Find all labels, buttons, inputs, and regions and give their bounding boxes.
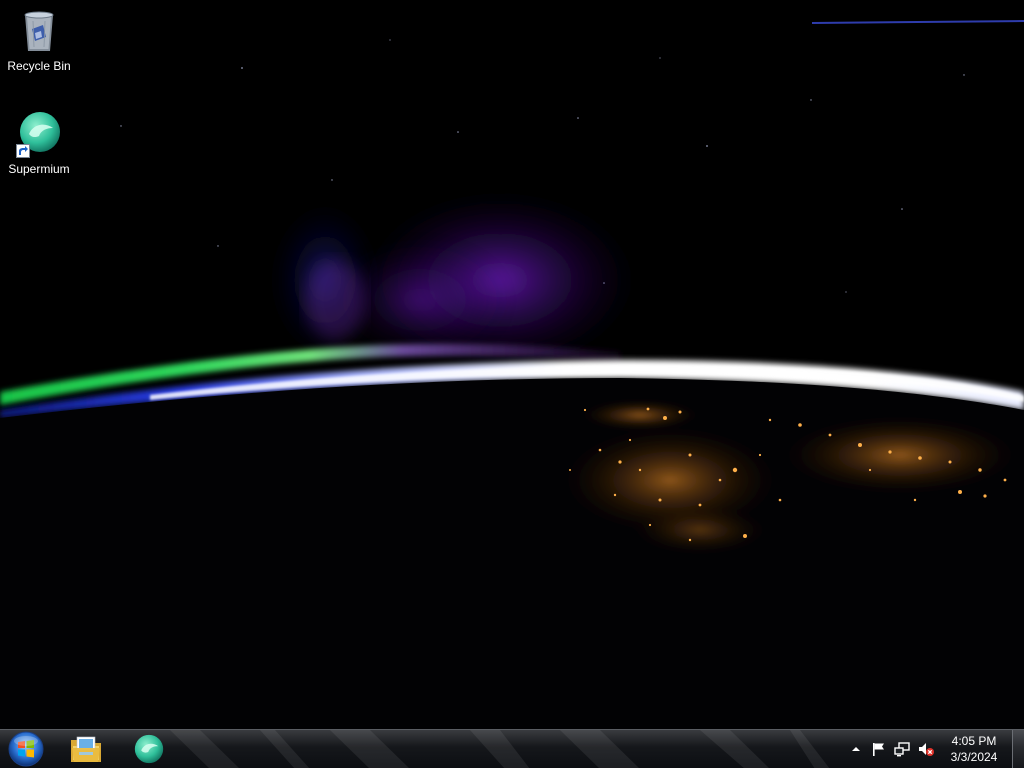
desktop-icon-recycle-bin[interactable]: Recycle Bin: [1, 7, 77, 73]
desktop-icon-label: Supermium: [8, 162, 70, 176]
taskbar-supermium-button[interactable]: [121, 731, 177, 767]
volume-muted-icon[interactable]: [918, 741, 934, 757]
taskbar-file-explorer-button[interactable]: [58, 731, 114, 767]
desktop[interactable]: Recycle Bin Supermium: [0, 0, 1024, 729]
desktop-icon-label: Recycle Bin: [7, 59, 71, 73]
clock-date: 3/3/2024: [950, 750, 998, 764]
show-hidden-icons-arrow-icon[interactable]: [848, 741, 864, 757]
network-icon[interactable]: [894, 741, 910, 757]
recycle-bin-icon: [15, 7, 63, 55]
taskbar-clock[interactable]: 4:05 PM 3/3/2024: [939, 733, 1009, 765]
shortcut-arrow-icon: [16, 144, 30, 158]
windows-start-orb-icon: [8, 731, 44, 767]
clock-time: 4:05 PM: [951, 734, 997, 748]
supermium-icon: [15, 110, 63, 158]
earth-aurora-wallpaper: [0, 20, 1024, 729]
supermium-icon: [134, 734, 164, 764]
action-center-flag-icon[interactable]: [871, 741, 887, 757]
start-button[interactable]: [4, 731, 48, 767]
show-desktop-button[interactable]: [1012, 730, 1024, 768]
desktop-icon-supermium[interactable]: Supermium: [1, 110, 77, 176]
file-explorer-icon: [71, 736, 101, 762]
taskbar[interactable]: 4:05 PM 3/3/2024: [0, 729, 1024, 768]
system-tray: 4:05 PM 3/3/2024: [834, 730, 1024, 768]
